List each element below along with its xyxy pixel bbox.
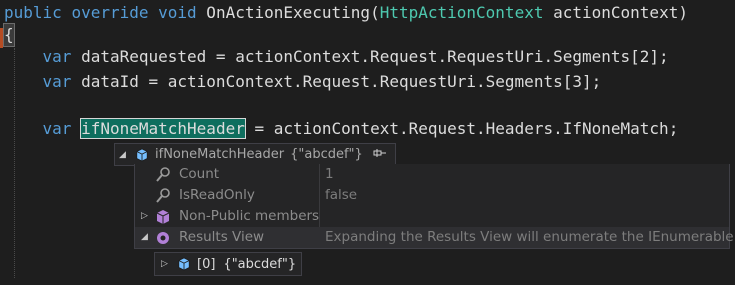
method-name: OnActionExecuting( [196,3,380,22]
member-name: IsReadOnly [179,187,255,203]
code-line-5: var ifNoneMatchHeader = actionContext.Re… [4,118,678,140]
keyword-public: public [4,3,62,22]
keyword-var: var [42,72,72,91]
property-wrench-icon [156,167,170,182]
datatip-variable-value: {"abcdef"} [290,147,363,162]
member-name: Results View [179,229,265,245]
change-margin-marker [0,28,3,48]
datatip-members-panel: Count 1 IsReadOnly false ▷ Non-Public me… [134,164,734,249]
collapse-toggle-icon[interactable]: ◢ [119,150,133,160]
property-wrench-icon [156,188,170,203]
datatip-row-results-view[interactable]: ◢ Results View Expanding the Results Vie… [135,227,734,248]
member-name: Non-Public members [179,208,320,224]
datatip-row-isreadonly[interactable]: IsReadOnly false [135,185,729,206]
code-line-2: { [3,23,15,47]
code-text: dataRequested = actionContext.Request.Re… [71,47,669,66]
datatip-variable-name: ifNoneMatchHeader [155,147,285,162]
pin-icon[interactable] [373,148,387,161]
member-value[interactable]: false [325,185,357,206]
expand-triangle-icon[interactable]: ▷ [161,259,175,269]
code-line-3: var dataRequested = actionContext.Reques… [4,46,669,68]
datatip-child-item[interactable]: ▷ [0] {"abcdef"} [154,252,302,276]
code-line-1: public override void OnActionExecuting(H… [4,2,688,24]
open-brace: { [3,23,15,47]
code-text: = actionContext.Request.Headers.IfNoneMa… [244,119,679,138]
selected-variable[interactable]: ifNoneMatchHeader [80,118,246,139]
child-index: [0] [197,256,216,272]
member-value[interactable]: 1 [325,164,334,185]
type-name: HttpActionContext [379,3,544,22]
object-icon [136,147,148,162]
datatip-row-count[interactable]: Count 1 [135,164,729,185]
datatip-row-non-public[interactable]: ▷ Non-Public members [135,206,729,227]
keyword-override: override [71,3,149,22]
code-line-4: var dataId = actionContext.Request.Reque… [4,71,602,93]
expand-triangle-icon[interactable]: ▷ [141,206,153,227]
keyword-var: var [42,119,72,138]
collapse-toggle-icon[interactable]: ◢ [141,227,153,248]
code-text: dataId = actionContext.Request.RequestUr… [71,72,602,91]
parameter-name: actionContext) [543,3,688,22]
results-view-icon [157,232,169,244]
non-public-members-icon [156,210,170,224]
member-name: Count [179,166,220,182]
datatip-header[interactable]: ◢ ifNoneMatchHeader {"abcdef"} [114,143,396,166]
keyword-var: var [42,47,72,66]
object-icon [178,257,190,271]
member-value: Expanding the Results View will enumerat… [325,229,734,245]
child-value[interactable]: {"abcdef"} [223,257,296,272]
keyword-void: void [158,3,197,22]
